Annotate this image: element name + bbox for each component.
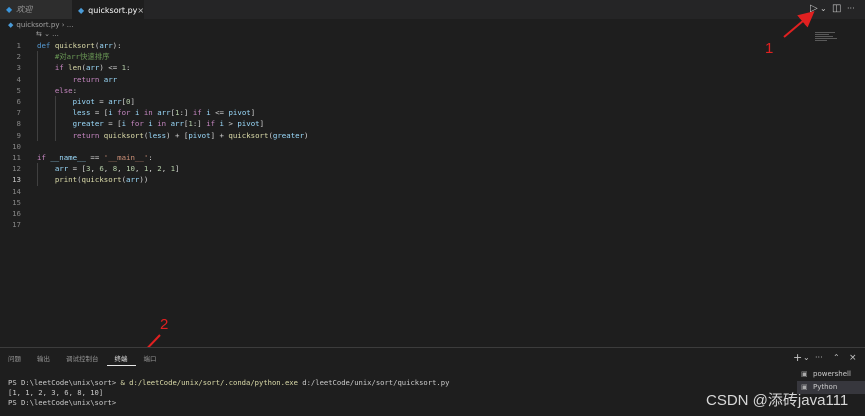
code-line[interactable]: 6 pivot = arr[0] bbox=[0, 96, 865, 107]
terminal-prompt: PS D:\leetCode\unix\sort> bbox=[8, 378, 121, 387]
close-icon[interactable]: × bbox=[137, 6, 144, 15]
line-number: 2 bbox=[16, 52, 21, 62]
code-line[interactable]: 3 if len(arr) <= 1: bbox=[0, 62, 865, 73]
annotation-label-2: 2 bbox=[160, 316, 169, 333]
code-line[interactable]: 1 def quicksort(arr): bbox=[0, 40, 865, 51]
add-terminal-icon[interactable]: + bbox=[793, 351, 802, 364]
line-number: 11 bbox=[12, 153, 21, 162]
line-number: 10 bbox=[12, 141, 21, 151]
code-line[interactable]: 8 greater = [i for i in arr[1:] if i > p… bbox=[0, 118, 865, 129]
terminal-output[interactable]: PS D:\leetCode\unix\sort> & d:/leetCode/… bbox=[8, 378, 449, 408]
code-text[interactable]: print(quicksort(arr)) bbox=[37, 174, 148, 185]
terminal-command: & d:/leetCode/unix/sort/.conda/python.ex… bbox=[120, 378, 298, 387]
line-number: 8 bbox=[16, 119, 21, 129]
code-line[interactable]: 10 bbox=[0, 141, 865, 152]
vscode-icon: ◆ bbox=[6, 5, 13, 14]
line-number: 9 bbox=[16, 130, 21, 140]
terminal-menu-chevron-icon[interactable]: ⌄ bbox=[803, 353, 810, 362]
breadcrumb: ◆ quicksort.py › ... bbox=[0, 19, 865, 31]
tab-quicksort[interactable]: ◆ quicksort.py × bbox=[72, 0, 144, 19]
python-file-icon: ◆ bbox=[78, 5, 85, 15]
code-text[interactable]: if __name__ == '__main__': bbox=[37, 152, 153, 163]
run-menu-chevron-icon[interactable]: ⌄ bbox=[820, 4, 827, 13]
split-editor-icon[interactable]: ◫ bbox=[832, 3, 841, 14]
tab-terminal[interactable]: 终端 bbox=[106, 352, 136, 366]
tab-output[interactable]: 输出 bbox=[29, 352, 58, 366]
tab-ports[interactable]: 端口 bbox=[136, 352, 165, 366]
tab-welcome-label: 欢迎 bbox=[16, 5, 33, 14]
line-number: 16 bbox=[12, 209, 21, 218]
line-number: 4 bbox=[16, 74, 21, 84]
tab-problems[interactable]: 问题 bbox=[0, 352, 29, 366]
line-number: 3 bbox=[16, 63, 21, 73]
code-line[interactable]: 17 bbox=[0, 219, 865, 230]
python-file-icon: ◆ bbox=[8, 21, 14, 29]
line-number: 5 bbox=[16, 85, 21, 95]
code-text[interactable]: less = [i for i in arr[1:] if i <= pivot… bbox=[37, 107, 256, 118]
terminal-line-1: PS D:\leetCode\unix\sort> & d:/leetCode/… bbox=[8, 378, 449, 388]
more-actions-icon[interactable]: ··· bbox=[847, 4, 855, 13]
indent-guide bbox=[55, 96, 56, 141]
code-line[interactable]: 11 if __name__ == '__main__': bbox=[0, 152, 865, 163]
annotation-label-1: 1 bbox=[765, 40, 774, 57]
code-text[interactable]: return quicksort(less) + [pivot] + quick… bbox=[37, 130, 309, 141]
code-line[interactable]: 9 return quicksort(less) + [pivot] + qui… bbox=[0, 130, 865, 141]
breadcrumb-separator: › bbox=[61, 21, 65, 29]
terminal-list-label: powershell bbox=[813, 370, 851, 378]
terminal-argument: d:/leetCode/unix/sort/quicksort.py bbox=[297, 378, 450, 387]
code-line[interactable]: 5 else: bbox=[0, 85, 865, 96]
code-line[interactable]: 15 bbox=[0, 197, 865, 208]
editor-tab-bar: ◆ 欢迎 ◆ quicksort.py × ▷ ⌄ ◫ ··· bbox=[0, 0, 865, 19]
terminal-icon: ▣ bbox=[801, 370, 808, 378]
tab-welcome[interactable]: ◆ 欢迎 bbox=[0, 0, 72, 19]
code-line[interactable]: 2 #对arr快速排序 bbox=[0, 51, 865, 62]
terminal-list-item-powershell[interactable]: ▣ powershell bbox=[797, 368, 865, 381]
code-text[interactable]: #对arr快速排序 bbox=[37, 51, 110, 62]
symbol-breadcrumb[interactable]: ⇆ ⌄ ... bbox=[36, 30, 59, 38]
run-icon[interactable]: ▷ bbox=[810, 3, 818, 14]
code-editor[interactable]: 1 def quicksort(arr): 2 #对arr快速排序 3 if len(… bbox=[0, 40, 865, 340]
tab-debug-console[interactable]: 调试控制台 bbox=[58, 352, 107, 366]
code-line[interactable]: 16 bbox=[0, 208, 865, 219]
line-number: 6 bbox=[16, 97, 21, 106]
code-line[interactable]: 14 bbox=[0, 186, 865, 197]
close-panel-icon[interactable]: × bbox=[849, 353, 857, 363]
code-line[interactable]: 4 return arr bbox=[0, 74, 865, 85]
line-number: 17 bbox=[12, 220, 21, 230]
line-number: 1 bbox=[16, 41, 21, 50]
terminal-line-3: PS D:\leetCode\unix\sort> bbox=[8, 398, 121, 407]
panel-tabs: 问题 输出 调试控制台 终端 端口 bbox=[0, 352, 165, 366]
indent-guide bbox=[37, 163, 38, 186]
more-actions-icon[interactable]: ··· bbox=[815, 353, 823, 362]
maximize-panel-icon[interactable]: ⌃ bbox=[833, 353, 840, 362]
tab-quicksort-label: quicksort.py bbox=[88, 5, 138, 15]
code-text[interactable]: return arr bbox=[37, 74, 118, 85]
line-number: 12 bbox=[12, 164, 21, 174]
code-text[interactable]: greater = [i for i in arr[1:] if i > piv… bbox=[37, 118, 264, 129]
code-line[interactable]: 7 less = [i for i in arr[1:] if i <= piv… bbox=[0, 107, 865, 118]
code-text[interactable]: if len(arr) <= 1: bbox=[37, 62, 131, 73]
breadcrumb-tail[interactable]: ... bbox=[67, 21, 74, 29]
watermark: CSDN @添砖java111 bbox=[706, 392, 849, 409]
code-text[interactable]: def quicksort(arr): bbox=[37, 40, 122, 51]
code-line[interactable]: 13 print(quicksort(arr)) bbox=[0, 174, 865, 185]
line-number: 13 bbox=[12, 175, 21, 185]
line-number: 7 bbox=[16, 108, 21, 118]
terminal-line-2: [1, 1, 2, 3, 6, 8, 10] bbox=[8, 388, 104, 397]
code-line[interactable]: 12 arr = [3, 6, 8, 10, 1, 2, 1] bbox=[0, 163, 865, 174]
breadcrumb-file[interactable]: quicksort.py bbox=[16, 21, 59, 29]
indent-guide bbox=[37, 51, 38, 141]
code-text[interactable]: arr = [3, 6, 8, 10, 1, 2, 1] bbox=[37, 163, 180, 174]
line-number: 14 bbox=[12, 186, 21, 196]
line-number: 15 bbox=[12, 197, 21, 207]
code-text[interactable]: else: bbox=[37, 85, 77, 96]
code-text[interactable]: pivot = arr[0] bbox=[37, 96, 135, 107]
